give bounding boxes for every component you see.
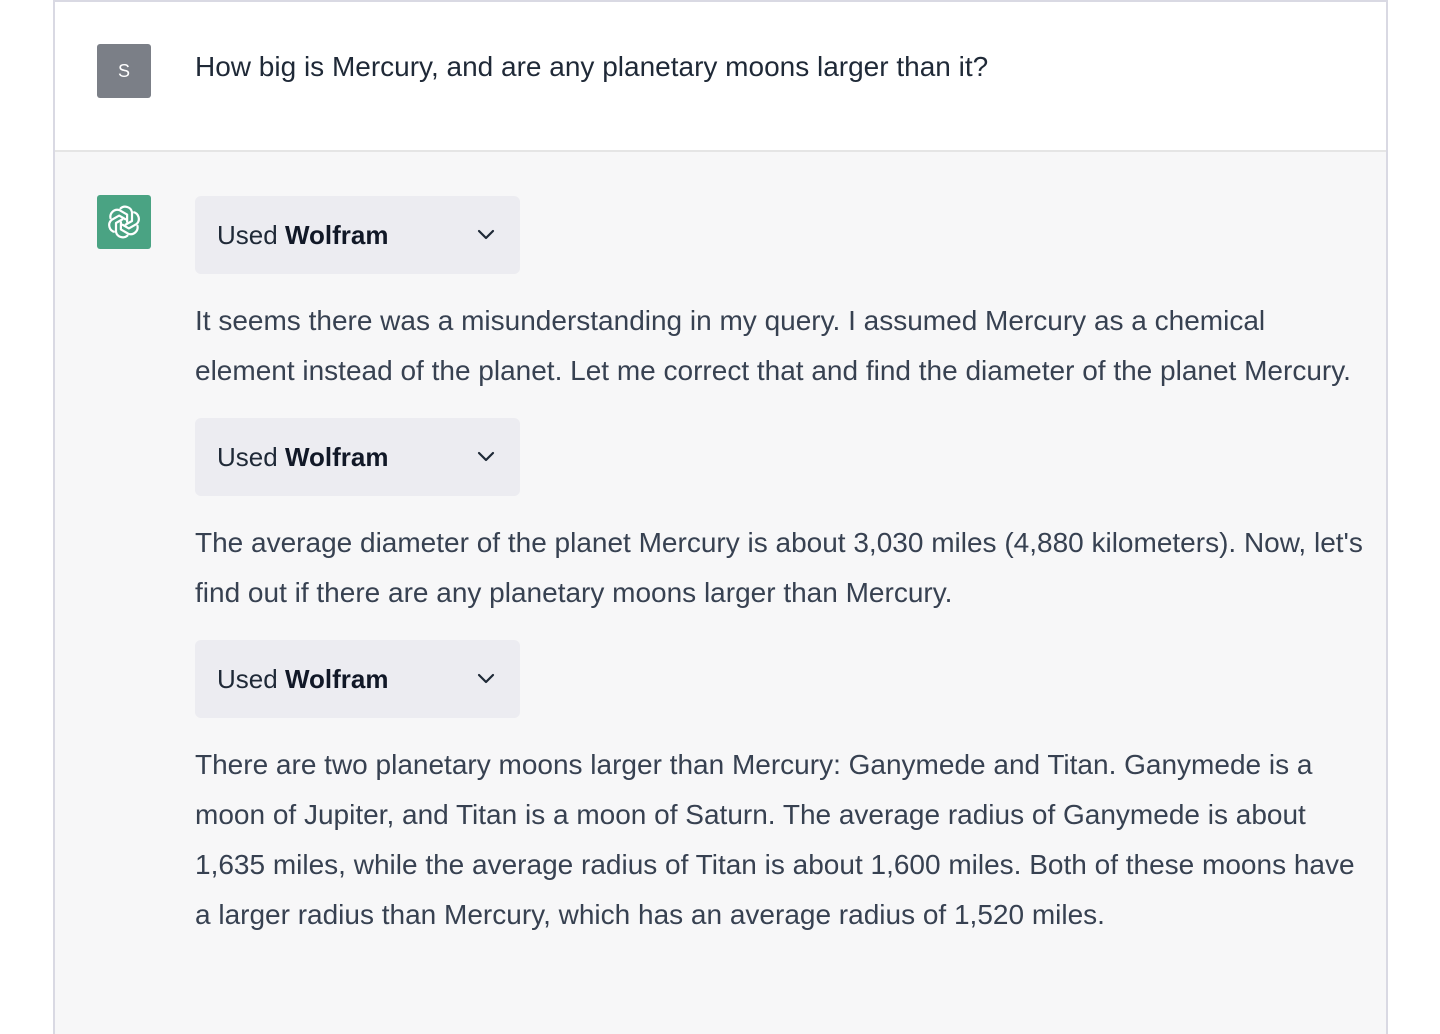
tool-call-dropdown[interactable]: Used Wolfram (195, 640, 520, 718)
tool-name: Wolfram (284, 664, 389, 694)
user-message-text: How big is Mercury, and are any planetar… (195, 51, 989, 82)
chevron-down-icon[interactable] (476, 225, 496, 245)
tool-prefix: Used (217, 664, 278, 694)
assistant-message-content: Used Wolfram It seems there was a misund… (195, 196, 1365, 940)
tool-call-label: Used Wolfram (217, 640, 388, 718)
assistant-paragraph: There are two planetary moons larger tha… (195, 749, 1355, 930)
tool-prefix: Used (217, 220, 278, 250)
assistant-paragraph: It seems there was a misunderstanding in… (195, 305, 1351, 386)
tool-call-label: Used Wolfram (217, 418, 388, 496)
user-avatar: S (97, 44, 151, 98)
tool-prefix: Used (217, 442, 278, 472)
tool-name: Wolfram (284, 442, 389, 472)
chevron-down-icon[interactable] (476, 447, 496, 467)
chevron-down-icon[interactable] (476, 669, 496, 689)
assistant-paragraph: The average diameter of the planet Mercu… (195, 527, 1363, 608)
openai-logo-icon (108, 205, 140, 239)
chat-frame: S How big is Mercury, and are any planet… (53, 0, 1388, 1034)
assistant-avatar (97, 195, 151, 249)
tool-call-label: Used Wolfram (217, 196, 388, 274)
assistant-message-row: Used Wolfram It seems there was a misund… (55, 152, 1386, 1034)
user-message-row: S How big is Mercury, and are any planet… (55, 2, 1386, 152)
tool-name: Wolfram (284, 220, 389, 250)
tool-call-dropdown[interactable]: Used Wolfram (195, 196, 520, 274)
tool-call-dropdown[interactable]: Used Wolfram (195, 418, 520, 496)
user-avatar-letter: S (117, 60, 130, 81)
